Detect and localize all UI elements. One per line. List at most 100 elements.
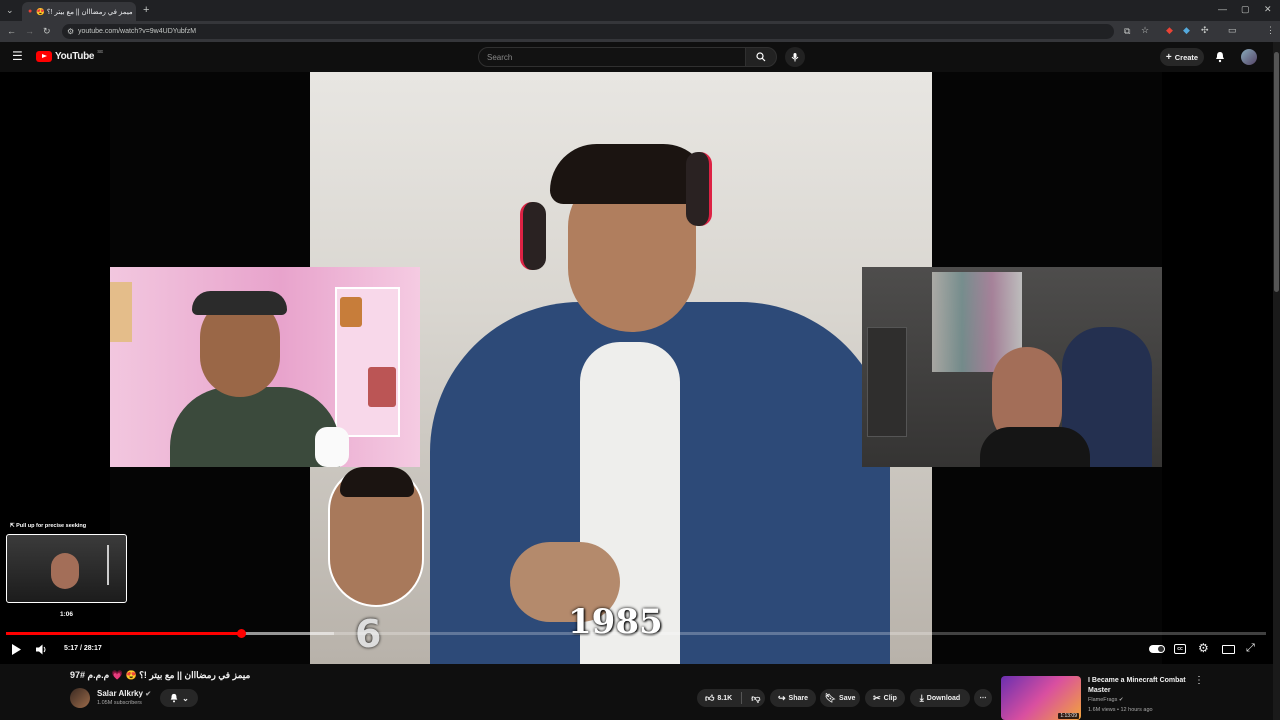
speaker-icon: ● (28, 8, 33, 15)
sidebar-icon[interactable]: ▭ (1228, 26, 1237, 35)
extensions-puzzle-icon[interactable]: ✣ (1201, 26, 1209, 35)
seek-hint: ⇱ Pull up for precise seeking (10, 523, 87, 529)
window-close-icon[interactable]: ✕ (1264, 5, 1272, 14)
light-shape (107, 545, 109, 585)
recommended-channel-text: FlameFrags (1088, 697, 1118, 703)
like-count: 8.1K (717, 694, 733, 702)
subscription-bell-button[interactable]: ⌄ (160, 689, 198, 707)
right-webcam (862, 267, 1162, 467)
captions-icon[interactable]: cc (1174, 644, 1186, 654)
search-placeholder: Search (487, 52, 513, 62)
overlay-year: 1985 (568, 602, 663, 642)
youtube-play-logo-icon (36, 51, 52, 62)
more-icon: ⋯ (979, 695, 987, 702)
hair-shape (340, 467, 414, 497)
video-duration: 1:13:09 (1058, 713, 1079, 719)
save-button[interactable]: 🔖︎ Save (820, 689, 860, 707)
share-button[interactable]: ↪ Share (770, 689, 816, 707)
scrollbar-thumb[interactable] (1274, 52, 1279, 292)
video-title: ميمز في رمضااان || مع بيتر !؟ 😍 💗 م.م.م … (70, 670, 251, 680)
maximize-icon[interactable]: ▢ (1241, 5, 1250, 14)
recommended-more-icon[interactable]: ⋮ (1194, 675, 1204, 686)
site-info-icon[interactable]: ⚙ (67, 27, 74, 36)
time-display: 5:17 / 28:17 (64, 645, 102, 652)
left-webcam (110, 267, 420, 467)
fullscreen-icon[interactable]: ⤢ (1246, 643, 1255, 654)
chevron-down-icon: ⌄ (182, 693, 189, 703)
download-button[interactable]: ⤓ Download (910, 689, 970, 707)
played-fill (6, 632, 242, 635)
youtube-logo[interactable]: YouTube SE (36, 49, 104, 62)
recommended-channel[interactable]: FlameFrags ✔ (1088, 697, 1123, 703)
headphone-left-shape (520, 202, 546, 270)
seek-preview-thumbnail (6, 534, 127, 603)
person-face-shape (51, 553, 79, 589)
video-player[interactable]: 1985 6 ⇱ Pull up for precise seeking 1:0… (0, 72, 1280, 664)
browser-menu-icon[interactable]: ⋮ (1266, 26, 1275, 35)
save-label: Save (839, 694, 856, 702)
minimize-icon[interactable]: — (1218, 5, 1227, 14)
trophy-shape (340, 297, 362, 327)
settings-gear-icon[interactable]: ⚙ (1198, 642, 1209, 654)
recommended-thumbnail[interactable]: 1:13:09 (1001, 676, 1081, 720)
browser-tab[interactable]: ● ميمز في رمضااان || مع بيتر !؟ 😍 ✕ (22, 2, 136, 21)
like-button[interactable]: 👍︎ 8.1K (705, 693, 732, 704)
channel-name[interactable]: Salar Alkrky ✔ (97, 689, 151, 698)
search-button[interactable] (745, 47, 777, 67)
head-cutout (328, 467, 424, 607)
microphone-icon (791, 53, 799, 62)
extension-icon[interactable]: ◆ (1183, 26, 1190, 35)
person-shirt-shape (980, 427, 1090, 467)
logo-text: YouTube (55, 51, 95, 62)
forward-icon[interactable]: → (25, 27, 34, 36)
more-actions-button[interactable]: ⋯ (974, 689, 992, 707)
autoplay-toggle[interactable] (1149, 645, 1165, 653)
account-avatar[interactable] (1241, 49, 1257, 65)
page-scrollbar[interactable] (1273, 42, 1280, 720)
download-label: Download (926, 694, 961, 702)
preview-time: 1:06 (60, 611, 74, 618)
recommended-title[interactable]: I Became a Minecraft Combat Master (1088, 676, 1188, 696)
bookmark-star-icon[interactable]: ☆ (1141, 26, 1149, 35)
recommended-meta: 1.6M views • 12 hours ago (1088, 707, 1153, 713)
bell-icon (170, 693, 178, 703)
play-icon[interactable] (11, 644, 21, 655)
download-icon: ⤓ (919, 692, 924, 703)
browser-tab-bar: ⌄ ● ميمز في رمضااان || مع بيتر !؟ 😍 ✕ + … (0, 0, 1280, 21)
create-button[interactable]: + Create (1160, 48, 1204, 66)
channel-name-text: Salar Alkrky (97, 689, 143, 698)
back-icon[interactable]: ← (7, 27, 16, 36)
scissors-icon: ✂ (873, 692, 881, 703)
menu-icon[interactable]: ☰ (12, 50, 23, 62)
search-icon (756, 52, 766, 62)
reload-icon[interactable]: ↻ (43, 27, 51, 36)
address-bar[interactable]: ⚙ youtube.com/watch?v=9w4UDYubfzM (62, 24, 1114, 39)
country-code: SE (97, 49, 104, 54)
extension-icon[interactable]: ◆ (1166, 26, 1173, 35)
rack-shape (867, 327, 907, 437)
voice-search-button[interactable] (785, 47, 805, 67)
dislike-button[interactable]: 👎︎ (751, 693, 760, 704)
mug-shape (315, 427, 349, 467)
search-input[interactable]: Search (478, 47, 746, 67)
clip-button[interactable]: ✂ Clip (865, 689, 905, 707)
subscriber-count: 1.05M subscribers (97, 700, 142, 706)
clip-label: Clip (883, 694, 897, 702)
create-label: Create (1174, 52, 1199, 62)
share-label: Share (788, 694, 808, 702)
new-tab-icon[interactable]: + (143, 5, 149, 16)
divider (741, 692, 743, 704)
notifications-bell-icon[interactable] (1214, 51, 1226, 63)
bandana-shape (192, 291, 287, 315)
volume-icon[interactable] (36, 644, 48, 655)
verified-icon: ✔ (145, 691, 152, 698)
channel-avatar[interactable] (70, 688, 90, 708)
thumbs-up-icon: 👍︎ (705, 692, 715, 703)
save-icon: 🔖︎ (824, 692, 837, 703)
tab-list-icon[interactable]: ⌄ (6, 6, 14, 15)
headphone-right-shape (686, 152, 712, 226)
install-app-icon[interactable]: ⧉ (1124, 27, 1130, 36)
frame-shape (368, 367, 396, 407)
verified-icon: ✔ (1118, 697, 1124, 703)
theater-mode-icon[interactable] (1222, 645, 1235, 654)
